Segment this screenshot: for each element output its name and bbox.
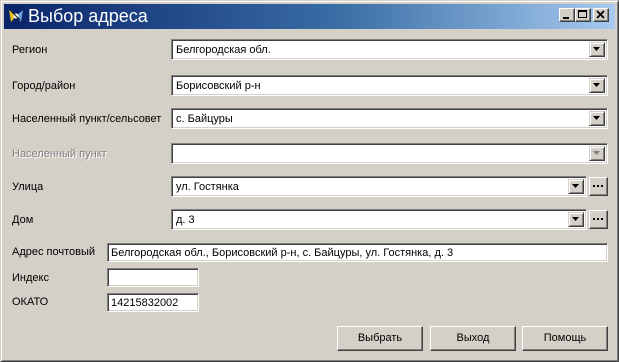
region-label: Регион xyxy=(12,44,48,56)
select-button[interactable]: Выбрать xyxy=(337,326,423,351)
ellipsis-icon xyxy=(593,185,603,187)
app-icon xyxy=(7,7,25,25)
chevron-down-icon xyxy=(572,184,579,188)
street-label: Улица xyxy=(12,181,44,193)
maximize-button[interactable] xyxy=(575,8,591,22)
postal-address-label: Адрес почтовый xyxy=(12,246,96,258)
city-dropdown-button[interactable] xyxy=(589,78,605,93)
house-dropdown-button[interactable] xyxy=(568,212,584,227)
street-combobox[interactable]: ул. Гостянка xyxy=(171,176,587,197)
okato-field[interactable]: 14215832002 xyxy=(107,293,199,312)
chevron-down-icon xyxy=(593,47,600,51)
exit-button[interactable]: Выход xyxy=(430,326,516,351)
window-title: Выбор адреса xyxy=(28,6,148,26)
locality-combobox xyxy=(171,143,608,164)
street-dropdown-button[interactable] xyxy=(568,179,584,194)
region-combobox[interactable]: Белгородская обл. xyxy=(171,39,608,60)
street-browse-button[interactable] xyxy=(589,177,608,196)
chevron-down-icon xyxy=(593,83,600,87)
chevron-down-icon xyxy=(593,116,600,120)
close-button[interactable] xyxy=(593,8,609,22)
ellipsis-icon xyxy=(593,218,603,220)
house-value: д. 3 xyxy=(176,214,195,226)
maximize-icon xyxy=(578,10,587,18)
region-value: Белгородская обл. xyxy=(176,44,271,56)
city-combobox[interactable]: Борисовский р-н xyxy=(171,75,608,96)
locality-label: Населенный пункт xyxy=(12,148,107,160)
close-icon xyxy=(596,10,605,19)
settlement-value: с. Байцуры xyxy=(176,113,233,125)
address-dialog: Выбор адреса Регион Белгородская обл. Го… xyxy=(0,0,619,362)
city-value: Борисовский р-н xyxy=(176,80,261,92)
index-label: Индекс xyxy=(12,272,49,284)
settlement-dropdown-button[interactable] xyxy=(589,111,605,126)
postal-address-field[interactable]: Белгородская обл., Борисовский р-н, с. Б… xyxy=(107,243,608,262)
locality-dropdown-button xyxy=(589,146,605,161)
house-browse-button[interactable] xyxy=(589,210,608,229)
house-label: Дом xyxy=(12,214,34,226)
chevron-down-icon xyxy=(572,217,579,221)
index-field[interactable] xyxy=(107,268,199,287)
okato-label: ОКАТО xyxy=(12,296,49,308)
region-dropdown-button[interactable] xyxy=(589,42,605,57)
street-value: ул. Гостянка xyxy=(176,181,239,193)
help-button[interactable]: Помощь xyxy=(522,326,608,351)
settlement-combobox[interactable]: с. Байцуры xyxy=(171,108,608,129)
minimize-button[interactable] xyxy=(559,8,575,22)
title-bar[interactable]: Выбор адреса xyxy=(4,4,615,29)
settlement-label: Населенный пункт/сельсовет xyxy=(12,113,162,125)
house-combobox[interactable]: д. 3 xyxy=(171,209,587,230)
city-label: Город/район xyxy=(12,80,76,92)
minimize-icon xyxy=(563,17,569,19)
chevron-down-icon xyxy=(593,151,600,155)
